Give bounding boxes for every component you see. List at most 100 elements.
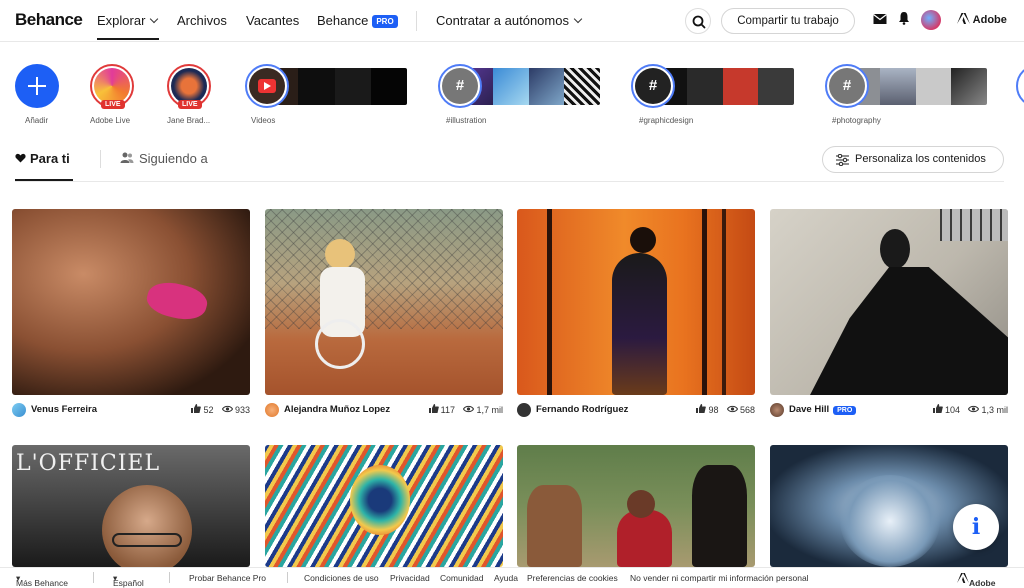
- tab-siguiendo[interactable]: Siguiendo a: [120, 151, 208, 166]
- project-card[interactable]: L'OFFICIEL: [12, 445, 250, 567]
- hashtag-icon: #: [442, 68, 478, 104]
- footer-no-vender[interactable]: No vender ni compartir mi información pe…: [630, 573, 809, 583]
- hashtag-icon: #: [635, 68, 671, 104]
- nav-vacantes[interactable]: Vacantes: [246, 13, 299, 28]
- personalize-button[interactable]: Personaliza los contenidos: [822, 146, 1004, 173]
- pro-badge: PRO: [372, 15, 398, 28]
- play-icon: [249, 68, 285, 104]
- nav-contratar-label: Contratar a autónomos: [436, 13, 569, 28]
- likes-count: 104: [944, 405, 960, 415]
- owner-name[interactable]: Fernando Rodríguez: [536, 404, 628, 415]
- footer-divider: [93, 572, 94, 583]
- nav-behance-pro[interactable]: Behance PRO: [317, 13, 398, 29]
- sliders-icon: [836, 154, 849, 166]
- owner-name[interactable]: Venus Ferreira: [31, 404, 97, 415]
- project-stats: 104 1,3 mil: [932, 404, 1008, 415]
- project-card[interactable]: [517, 445, 755, 567]
- project-thumbnail[interactable]: [12, 209, 250, 395]
- messages-button[interactable]: [873, 12, 887, 30]
- jane-avatar: [171, 68, 207, 104]
- nav-divider: [416, 11, 417, 31]
- eye-icon: [968, 405, 980, 413]
- project-thumbnail[interactable]: [517, 209, 755, 395]
- footer-condiciones[interactable]: Condiciones de uso: [304, 573, 379, 583]
- project-thumbnail[interactable]: L'OFFICIEL: [12, 445, 250, 567]
- project-thumbnail[interactable]: [517, 445, 755, 567]
- share-work-button[interactable]: Compartir tu trabajo: [721, 8, 855, 34]
- likes-count: 52: [203, 405, 214, 415]
- videos-story[interactable]: [245, 64, 289, 108]
- owner-avatar[interactable]: [770, 403, 784, 417]
- thumbs-up-icon: [932, 404, 943, 413]
- tab-para-ti[interactable]: Para ti: [15, 151, 70, 166]
- chevron-down-icon: [150, 14, 159, 24]
- videos-label: Videos: [251, 116, 276, 125]
- live-badge: LIVE: [178, 100, 202, 109]
- owner-name[interactable]: Dave Hill PRO: [789, 404, 857, 415]
- owner-avatar[interactable]: [517, 403, 531, 417]
- project-thumbnail[interactable]: [770, 209, 1008, 395]
- nav-active-underline: [97, 38, 159, 40]
- jane-label: Jane Brad...: [167, 116, 211, 125]
- info-button[interactable]: i: [953, 504, 999, 550]
- tab-siguiendo-label: Siguiendo a: [139, 151, 208, 166]
- add-label: Añadir: [25, 116, 49, 125]
- graphicdesign-story[interactable]: #: [631, 64, 675, 108]
- nav-archivos[interactable]: Archivos: [177, 13, 227, 28]
- views-count: 933: [234, 405, 250, 415]
- project-meta: Dave Hill PRO 104 1,3 mil: [770, 402, 1008, 418]
- adobe-link[interactable]: Adobe: [957, 13, 1007, 26]
- views-count: 1,7 mil: [476, 405, 503, 415]
- owner-name-label: Dave Hill: [789, 404, 830, 415]
- photography-story[interactable]: #: [825, 64, 869, 108]
- thumbs-up-icon: [696, 404, 707, 413]
- footer-comunidad[interactable]: Comunidad: [440, 573, 483, 583]
- plus-icon-v: [36, 77, 38, 95]
- illustration-story[interactable]: #: [438, 64, 482, 108]
- tab-divider: [100, 150, 101, 168]
- tab-para-ti-label: Para ti: [30, 151, 70, 166]
- search-icon: [692, 15, 706, 29]
- footer-probar[interactable]: Probar Behance Pro: [189, 573, 266, 583]
- next-story-partial[interactable]: [1016, 64, 1024, 108]
- tabs-baseline: [15, 181, 1004, 182]
- magazine-title: L'OFFICIEL: [16, 451, 161, 476]
- adobe-label: Adobe: [972, 14, 1007, 26]
- footer-mas-behance[interactable]: Más Behance ▾: [16, 573, 68, 588]
- bell-icon: [899, 12, 909, 25]
- behance-logo[interactable]: Behance: [15, 10, 83, 30]
- project-stats: 52 933: [191, 404, 250, 415]
- views-count: 568: [739, 405, 755, 415]
- nav-behance-label: Behance: [317, 13, 369, 28]
- project-thumbnail[interactable]: [265, 209, 503, 395]
- owner-avatar[interactable]: [265, 403, 279, 417]
- adobe-live-label: Adobe Live: [90, 116, 131, 125]
- nav-explorar[interactable]: Explorar: [97, 13, 159, 28]
- add-story-button[interactable]: [15, 64, 59, 108]
- notifications-button[interactable]: [898, 11, 910, 30]
- footer-cookies[interactable]: Preferencias de cookies: [527, 573, 618, 583]
- eye-icon: [463, 405, 475, 413]
- thumbs-up-icon: [191, 404, 202, 413]
- user-avatar[interactable]: [921, 10, 941, 30]
- owner-name[interactable]: Alejandra Muñoz Lopez: [284, 404, 390, 415]
- footer-language[interactable]: Español ▾: [113, 573, 144, 588]
- footer-ayuda[interactable]: Ayuda: [494, 573, 518, 583]
- likes-count: 117: [440, 405, 455, 415]
- footer-privacidad[interactable]: Privacidad: [390, 573, 430, 583]
- thumbs-up-icon: [428, 404, 439, 413]
- adobe-logo-icon: [957, 573, 969, 583]
- project-meta: Alejandra Muñoz Lopez 117 1,7 mil: [265, 402, 503, 418]
- adobe-cc-logo: [94, 68, 130, 104]
- adobe-logo-icon: [957, 13, 970, 24]
- personalize-label: Personaliza los contenidos: [855, 153, 986, 165]
- hashtag-icon: #: [829, 68, 865, 104]
- nav-contratar[interactable]: Contratar a autónomos: [436, 13, 583, 28]
- search-button[interactable]: [685, 8, 711, 34]
- footer-adobe[interactable]: Adobe: [957, 573, 995, 588]
- owner-avatar[interactable]: [12, 403, 26, 417]
- project-meta: Fernando Rodríguez 98 568: [517, 402, 755, 418]
- project-card[interactable]: [265, 445, 503, 567]
- views-count: 1,3 mil: [981, 405, 1008, 415]
- project-thumbnail[interactable]: [265, 445, 503, 567]
